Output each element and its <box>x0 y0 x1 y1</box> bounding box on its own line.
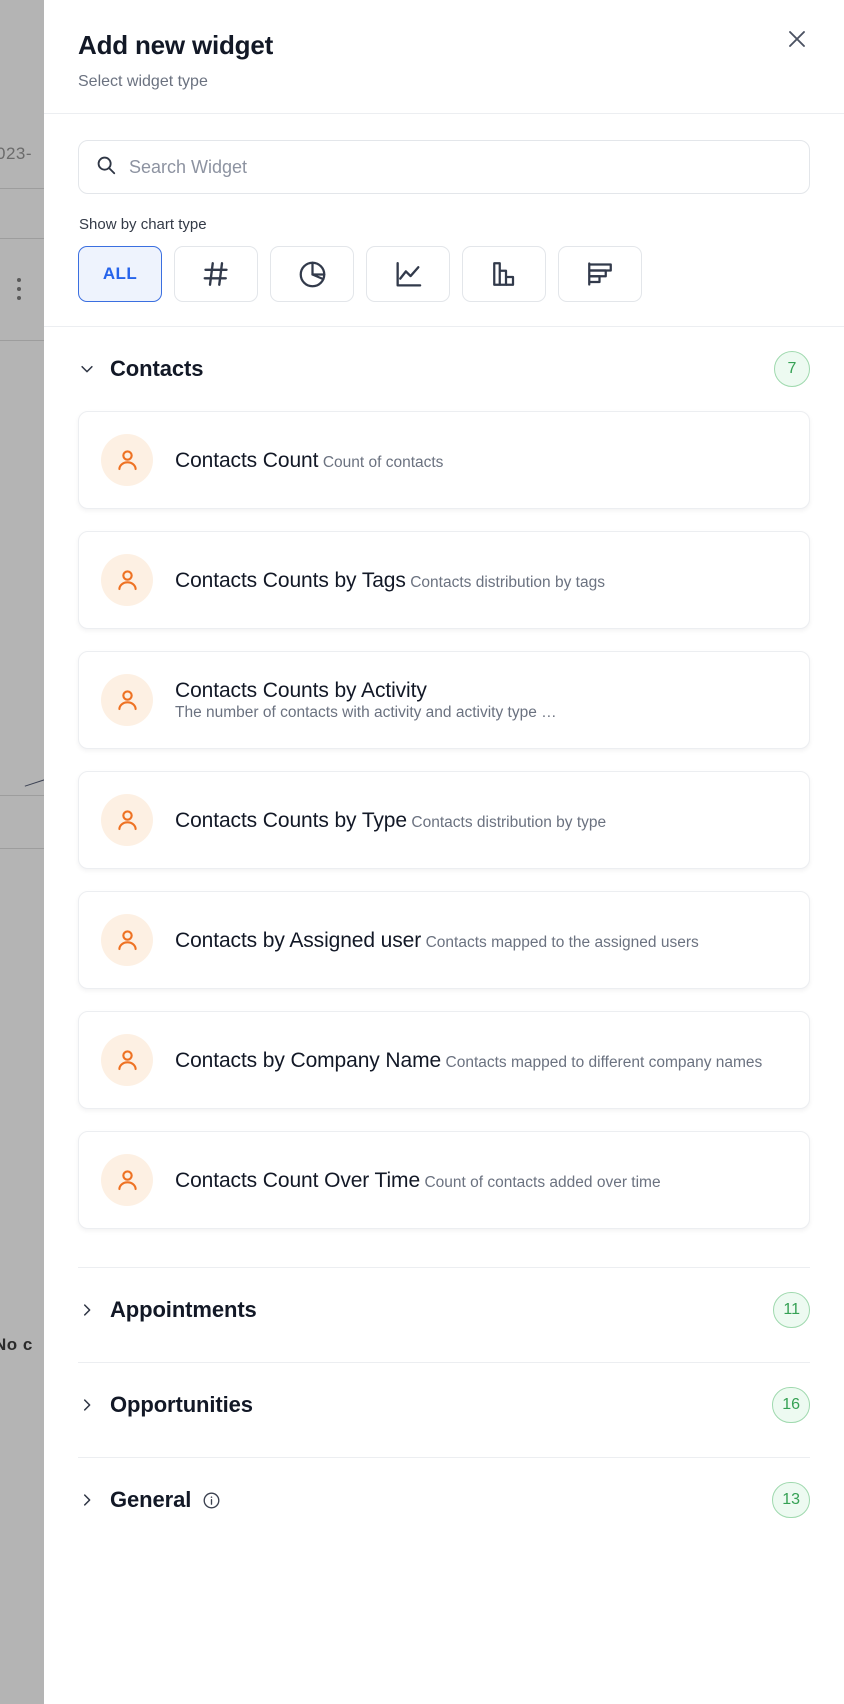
section-count-badge-opportunities: 16 <box>772 1387 810 1424</box>
bar-chart-icon <box>585 259 615 289</box>
widget-description: Contacts mapped to the assigned users <box>425 933 699 951</box>
line-chart-icon <box>393 259 424 290</box>
background-date-text: 023- <box>0 144 33 163</box>
filter-chip-column[interactable] <box>462 246 546 303</box>
filter-all-label: ALL <box>102 264 138 284</box>
section-header-contacts[interactable]: Contacts 7 <box>44 327 844 411</box>
widget-description: Contacts mapped to different company nam… <box>445 1053 763 1071</box>
section-title-appointments: Appointments <box>110 1297 257 1323</box>
filter-chip-line[interactable] <box>366 246 450 303</box>
background-empty-state-text: No c <box>0 1335 33 1354</box>
contact-person-icon <box>101 914 153 967</box>
filter-chip-all[interactable]: ALL <box>78 246 162 303</box>
widget-description: Count of contacts added over time <box>424 1173 661 1191</box>
info-icon[interactable] <box>202 1491 221 1510</box>
hash-number-icon <box>201 259 231 289</box>
chevron-right-icon <box>78 1491 100 1509</box>
background-divider <box>0 848 44 849</box>
widget-card[interactable]: Contacts Counts by Tags Contacts distrib… <box>78 531 810 630</box>
chevron-right-icon <box>78 1301 100 1319</box>
widget-card[interactable]: Contacts Counts by Type Contacts distrib… <box>78 771 810 870</box>
close-icon <box>785 27 809 51</box>
widget-card[interactable]: Contacts by Assigned user Contacts mappe… <box>78 891 810 990</box>
chevron-right-icon <box>78 1396 100 1414</box>
widget-title: Contacts Counts by Activity <box>175 679 427 703</box>
widget-title: Contacts Count <box>175 448 319 472</box>
add-widget-modal: Add new widget Select widget type Show b… <box>44 0 844 1704</box>
filters-area: Show by chart type ALL <box>44 114 844 326</box>
background-divider <box>0 795 44 796</box>
search-input[interactable] <box>129 141 793 194</box>
kebab-menu-icon[interactable] <box>17 278 22 301</box>
widget-title: Contacts by Assigned user <box>175 928 422 952</box>
widget-description: Contacts distribution by type <box>411 813 607 831</box>
section-count-badge-contacts: 7 <box>774 351 810 388</box>
contact-person-icon <box>101 674 153 727</box>
section-header-general[interactable]: General 13 <box>44 1458 844 1542</box>
contact-person-icon <box>101 1034 153 1087</box>
contact-person-icon <box>101 554 153 607</box>
widget-card[interactable]: Contacts by Company Name Contacts mapped… <box>78 1011 810 1110</box>
chevron-down-icon <box>78 360 100 378</box>
widget-title: Contacts by Company Name <box>175 1048 442 1072</box>
widget-description: The number of contacts with activity and… <box>175 704 557 722</box>
section-title-opportunities: Opportunities <box>110 1392 253 1418</box>
widget-title: Contacts Counts by Type <box>175 808 407 832</box>
column-chart-icon <box>489 259 519 289</box>
contact-person-icon <box>101 1154 153 1207</box>
modal-subtitle: Select widget type <box>78 73 208 91</box>
contact-person-icon <box>101 434 153 487</box>
section-count-badge-general: 13 <box>772 1482 810 1519</box>
filter-chip-bar[interactable] <box>558 246 642 303</box>
background-divider <box>0 188 44 189</box>
chart-type-filter-row: ALL <box>78 246 810 303</box>
section-header-appointments[interactable]: Appointments 11 <box>44 1268 844 1352</box>
chart-type-filter-label: Show by chart type <box>79 216 207 234</box>
background-divider <box>0 340 44 341</box>
pie-chart-icon <box>297 259 328 290</box>
widget-card[interactable]: Contacts Count Over Time Count of contac… <box>78 1131 810 1230</box>
widget-title: Contacts Counts by Tags <box>175 568 406 592</box>
section-title-contacts: Contacts <box>110 356 204 382</box>
filter-chip-number[interactable] <box>174 246 258 303</box>
section-title-general: General <box>110 1487 192 1513</box>
search-box[interactable] <box>78 140 810 195</box>
widget-description: Count of contacts <box>322 453 444 471</box>
page-title: Add new widget <box>78 30 274 60</box>
search-icon <box>95 154 129 181</box>
widget-description: Contacts distribution by tags <box>410 573 605 591</box>
modal-header: Add new widget Select widget type <box>44 0 844 113</box>
widget-list: Contacts 7 Contacts Count Count of conta… <box>44 327 844 1704</box>
dimmed-background-page: 023- No c <box>0 0 44 1704</box>
background-divider <box>0 238 44 239</box>
section-count-badge-appointments: 11 <box>773 1292 810 1329</box>
contacts-widget-cards: Contacts Count Count of contacts Contact… <box>44 411 844 1257</box>
widget-title: Contacts Count Over Time <box>175 1168 421 1192</box>
filter-chip-pie[interactable] <box>270 246 354 303</box>
widget-card[interactable]: Contacts Counts by Activity The number o… <box>78 651 810 750</box>
section-header-opportunities[interactable]: Opportunities 16 <box>44 1363 844 1447</box>
contact-person-icon <box>101 794 153 847</box>
close-button[interactable] <box>780 22 814 56</box>
widget-card[interactable]: Contacts Count Count of contacts <box>78 411 810 510</box>
